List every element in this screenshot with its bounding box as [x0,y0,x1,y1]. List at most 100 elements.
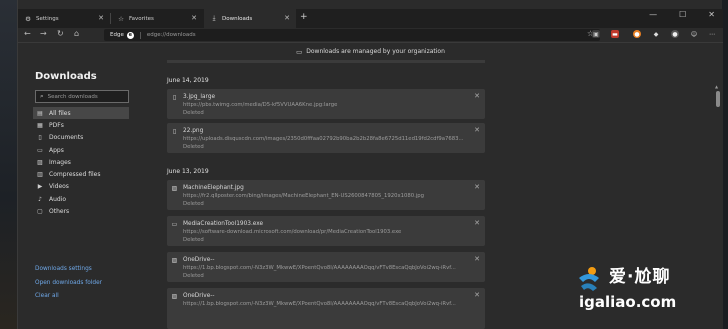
filter-label: PDFs [49,121,64,129]
date-header: June 13, 2019 [167,168,209,175]
file-name-link[interactable]: MachineElephant.jpg [183,185,244,191]
filter-others[interactable]: ▢ Others [33,205,129,217]
tab-favorites[interactable]: ☆ Favorites ✕ [111,9,203,28]
remove-icon[interactable]: ✕ [474,92,480,100]
file-name-link[interactable]: 3.jpg_large [183,94,215,100]
window-controls: — ☐ ✕ [649,10,715,19]
open-downloads-folder-link[interactable]: Open downloads folder [35,280,102,286]
app-file-icon: ▭ [171,221,178,228]
filter-label: Compressed files [49,171,101,179]
clear-all-link[interactable]: Clear all [35,293,59,299]
tab-settings[interactable]: ⚙ Settings ✕ [18,9,110,28]
close-icon[interactable]: ✕ [284,14,290,22]
maximize-icon[interactable]: ☐ [679,10,686,19]
filter-label: Images [49,158,71,166]
scrollbar-thumb[interactable] [716,91,720,107]
address-divider [139,31,141,39]
tab-downloads[interactable]: ⤓ Downloads ✕ [204,9,296,28]
address-bar[interactable]: Edge e edge://downloads ☆ [104,29,600,41]
watermark: 爱·尬聊 igaliao.com [575,262,725,326]
extension-orange-icon[interactable]: ● [633,30,641,38]
filter-audio[interactable]: ♪ Audio [33,193,129,205]
back-icon[interactable]: ← [24,29,31,38]
file-name-link[interactable]: MediaCreationTool1903.exe [183,221,263,227]
search-icon: ⌕ [40,92,44,100]
document-icon: ▯ [38,134,42,142]
download-item[interactable]: ▯ 22.png https://uploads.disquscdn.com/i… [167,123,485,153]
managed-banner-text: Downloads are managed by your organizati… [306,48,445,55]
filter-label: Audio [49,195,67,203]
filter-images[interactable]: ▨ Images [33,156,129,168]
audio-icon: ♪ [38,195,42,203]
watermark-domain: igaliao.com [579,293,677,311]
tab-label: Settings [36,15,59,22]
file-url: https://software-download.microsoft.com/… [183,229,402,235]
managed-banner: ▭ Downloads are managed by your organiza… [18,42,723,60]
extension-puzzle-icon[interactable]: ◆ [652,30,660,38]
file-name-link[interactable]: 22.png [183,128,203,134]
apps-icon: ▭ [37,146,43,154]
remove-icon[interactable]: ✕ [474,126,480,134]
home-icon[interactable]: ⌂ [74,29,79,38]
star-icon: ☆ [118,14,124,23]
file-name-link[interactable]: OneDrive-- [183,293,214,299]
image-file-icon: ▨ [171,257,178,264]
file-url: https://1.bp.blogspot.com/-N3z3W_MkwwE/X… [183,265,456,271]
edge-label: Edge [110,32,124,38]
new-tab-button[interactable]: + [300,12,308,22]
file-status: Deleted [183,201,204,207]
close-icon[interactable]: ✕ [191,14,197,22]
file-url: https://uploads.disquscdn.com/images/235… [183,136,464,142]
more-icon[interactable]: ⋯ [708,30,716,38]
file-url: https://pbs.twimg.com/media/D5-kf5VVUAA6… [183,102,338,108]
image-file-icon: ▨ [171,293,178,300]
watermark-logo-icon [579,267,599,291]
scroll-up-icon[interactable]: ▲ [715,84,718,89]
filter-documents[interactable]: ▯ Documents [33,132,129,144]
download-item[interactable]: ▯ 3.jpg_large https://pbs.twimg.com/medi… [167,89,485,119]
close-window-icon[interactable]: ✕ [708,10,715,19]
previous-card-edge [167,60,485,63]
gear-icon: ⚙ [25,14,31,23]
avatar[interactable]: ● [671,30,679,38]
tab-label: Downloads [222,15,253,22]
pdf-icon: ▦ [37,121,43,129]
download-item[interactable]: ▨ OneDrive-- https://1.bp.blogspot.com/-… [167,252,485,282]
remove-icon[interactable]: ✕ [474,291,480,299]
file-url: https://fr2.qllposter.com/bing/images/Ma… [183,193,425,199]
page-title: Downloads [35,71,97,82]
filter-compressed-files[interactable]: ▥ Compressed files [33,168,129,180]
file-name-link[interactable]: OneDrive-- [183,257,214,263]
search-input[interactable]: ⌕ Search downloads [35,90,129,103]
filter-label: All files [49,109,71,117]
file-status: Deleted [183,110,204,116]
remove-icon[interactable]: ✕ [474,219,480,227]
image-icon: ▨ [37,158,43,166]
edge-logo-icon: e [126,31,134,39]
forward-icon[interactable]: → [40,29,47,38]
extension-red-icon[interactable]: ▬ [611,30,619,38]
video-icon: ▶ [37,183,43,191]
downloads-settings-link[interactable]: Downloads settings [35,266,92,272]
file-status: Deleted [183,237,204,243]
filter-pdfs[interactable]: ▦ PDFs [33,119,129,131]
filter-label: Documents [49,134,84,142]
close-icon[interactable]: ✕ [98,14,104,22]
download-item[interactable]: ▨ MachineElephant.jpg https://fr2.qllpos… [167,180,485,210]
desktop-edge [0,0,17,329]
extension-icon[interactable]: ▣ [592,30,600,38]
remove-icon[interactable]: ✕ [474,255,480,263]
filter-videos[interactable]: ▶ Videos [33,181,129,193]
filter-all-files[interactable]: ▤ All files [33,107,129,120]
smiley-icon[interactable]: ☺ [690,30,698,38]
filter-apps[interactable]: ▭ Apps [33,144,129,156]
refresh-icon[interactable]: ↻ [57,29,64,38]
file-status: Deleted [183,144,204,150]
all-files-icon: ▤ [37,109,43,117]
remove-icon[interactable]: ✕ [474,183,480,191]
compressed-icon: ▥ [37,171,43,179]
download-item[interactable]: ▭ MediaCreationTool1903.exe https://soft… [167,216,485,246]
minimize-icon[interactable]: — [649,10,657,19]
file-url: https://1.bp.blogspot.com/-N3z3W_MkwwE/X… [183,301,456,307]
download-item[interactable]: ▨ OneDrive-- https://1.bp.blogspot.com/-… [167,288,485,329]
